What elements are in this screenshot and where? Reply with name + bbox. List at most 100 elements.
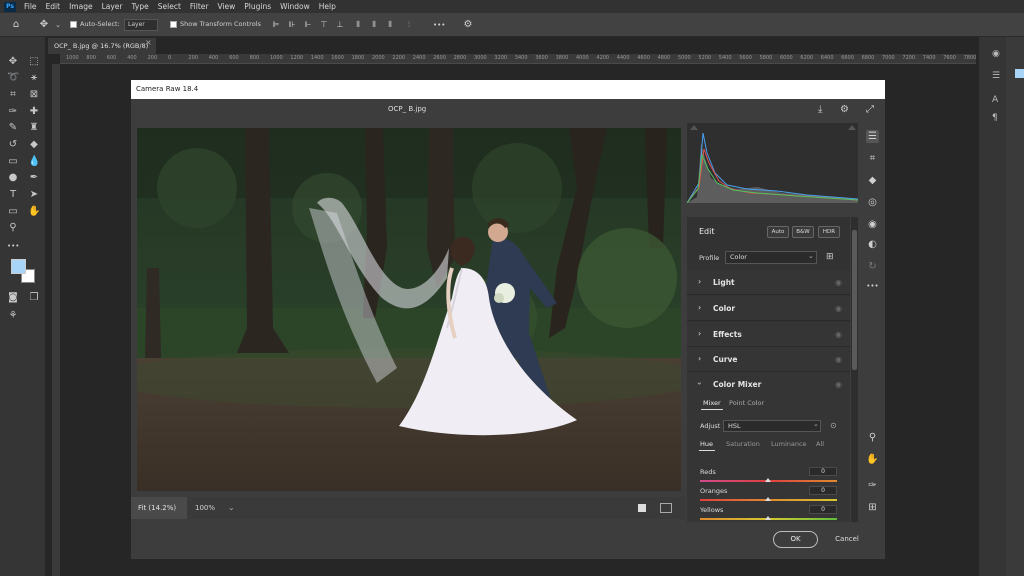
photoshop-logo[interactable]: Ps bbox=[4, 1, 16, 12]
slider-thumb-oranges[interactable] bbox=[765, 497, 771, 501]
eye-icon[interactable]: ◉ bbox=[835, 355, 842, 364]
rectangle-icon[interactable]: ▭ bbox=[7, 206, 19, 218]
distribute-top-icon[interactable]: ⫶ bbox=[403, 19, 415, 31]
masking-icon[interactable]: ◎ bbox=[866, 196, 879, 209]
eye-icon[interactable]: ◉ bbox=[835, 330, 842, 339]
brush-icon[interactable]: ✎ bbox=[7, 122, 19, 134]
subtab-hue[interactable]: Hue bbox=[700, 440, 713, 448]
slider-value-yellows[interactable]: 0 bbox=[809, 505, 837, 514]
adjust-select[interactable]: HSL bbox=[723, 420, 821, 432]
marquee-icon[interactable]: ⬚ bbox=[28, 56, 40, 68]
menu-image[interactable]: Image bbox=[69, 2, 93, 11]
menu-window[interactable]: Window bbox=[280, 2, 310, 11]
menu-view[interactable]: View bbox=[217, 2, 235, 11]
snapshots-icon[interactable]: ↻ bbox=[866, 260, 879, 273]
zoom-100-label[interactable]: 100% bbox=[195, 504, 215, 512]
profile-browser-icon[interactable]: ⊞ bbox=[826, 252, 834, 262]
dodge-icon[interactable]: ● bbox=[7, 172, 19, 184]
menu-select[interactable]: Select bbox=[158, 2, 181, 11]
properties-icon[interactable]: ☰ bbox=[992, 71, 1000, 81]
chevron-down-icon[interactable]: ⌄ bbox=[228, 503, 235, 512]
chevron-down-icon[interactable]: ⌄ bbox=[52, 19, 64, 31]
blur-icon[interactable]: 💧 bbox=[28, 156, 40, 168]
before-after-icon[interactable] bbox=[660, 503, 672, 513]
zoom-icon[interactable]: ⚲ bbox=[866, 431, 879, 444]
hand-icon[interactable]: ✋ bbox=[28, 206, 40, 218]
more-tools-icon[interactable]: ••• bbox=[7, 240, 19, 252]
show-transform-checkbox[interactable] bbox=[170, 21, 177, 28]
eraser-icon[interactable]: ◆ bbox=[866, 174, 879, 187]
stamp-icon[interactable]: ♜ bbox=[28, 122, 40, 134]
hand-icon[interactable]: ✋ bbox=[866, 453, 879, 466]
lasso-icon[interactable]: ➰ bbox=[7, 72, 19, 84]
menu-file[interactable]: File bbox=[24, 2, 37, 11]
auto-button[interactable]: Auto bbox=[767, 226, 789, 238]
zoom-icon[interactable]: ⚲ bbox=[7, 222, 19, 234]
section-label[interactable]: Color Mixer bbox=[713, 380, 761, 389]
edit-sliders-icon[interactable]: ☰ bbox=[866, 130, 879, 143]
layer-select[interactable]: Layer bbox=[124, 19, 158, 31]
tab-mixer[interactable]: Mixer bbox=[703, 399, 721, 407]
section-color[interactable]: › Color ◉ bbox=[687, 296, 850, 321]
fullscreen-icon[interactable]: ⤢ bbox=[866, 104, 874, 115]
spot-heal-icon[interactable]: ✚ bbox=[28, 106, 40, 118]
frame-icon[interactable]: ⊠ bbox=[28, 89, 40, 101]
character-icon[interactable]: A bbox=[992, 95, 998, 105]
section-curve[interactable]: › Curve ◉ bbox=[687, 347, 850, 372]
screen-mode-icon[interactable]: ❐ bbox=[28, 292, 40, 304]
pen-icon[interactable]: ✒ bbox=[28, 172, 40, 184]
chevron-down-icon[interactable]: ⌄ bbox=[813, 420, 819, 428]
type-icon[interactable]: T bbox=[7, 189, 19, 201]
menu-edit[interactable]: Edit bbox=[46, 2, 61, 11]
foreground-color-swatch[interactable] bbox=[11, 259, 26, 274]
save-icon[interactable]: ⤓ bbox=[818, 104, 822, 115]
history-brush-icon[interactable]: ↺ bbox=[7, 139, 19, 151]
more-options-icon[interactable]: ••• bbox=[433, 19, 445, 31]
gear-icon[interactable]: ⚙ bbox=[840, 104, 849, 115]
single-view-icon[interactable] bbox=[638, 504, 646, 512]
section-light[interactable]: › Light ◉ bbox=[687, 270, 850, 295]
slider-value-reds[interactable]: 0 bbox=[809, 467, 837, 476]
move-icon[interactable]: ✥ bbox=[7, 56, 19, 68]
subtab-luminance[interactable]: Luminance bbox=[771, 440, 807, 448]
move-icon[interactable]: ✥ bbox=[38, 19, 50, 31]
menu-filter[interactable]: Filter bbox=[190, 2, 209, 11]
eye-icon[interactable]: ◉ bbox=[835, 304, 842, 313]
cancel-button[interactable]: Cancel bbox=[828, 531, 866, 548]
align-right-icon[interactable]: ⊩ bbox=[302, 19, 314, 31]
home-icon[interactable]: ⌂ bbox=[10, 19, 22, 31]
eraser-icon[interactable]: ◆ bbox=[28, 139, 40, 151]
eyedropper-icon[interactable]: ✑ bbox=[7, 106, 19, 118]
red-eye-icon[interactable]: ◉ bbox=[866, 218, 879, 231]
menu-plugins[interactable]: Plugins bbox=[244, 2, 271, 11]
eye-icon[interactable]: ◉ bbox=[835, 380, 842, 389]
photo-preview[interactable] bbox=[137, 128, 681, 491]
shadow-clip-icon[interactable] bbox=[690, 125, 698, 130]
path-select-icon[interactable]: ➤ bbox=[28, 189, 40, 201]
tab-point-color[interactable]: Point Color bbox=[729, 399, 764, 407]
history-icon[interactable]: ◉ bbox=[992, 49, 1000, 59]
color-sampler-icon[interactable]: ✑ bbox=[866, 479, 879, 492]
auto-select-checkbox[interactable] bbox=[70, 21, 77, 28]
share-icon[interactable]: ⚘ bbox=[7, 310, 19, 322]
align-middle-icon[interactable]: ⊥ bbox=[334, 19, 346, 31]
presets-icon[interactable]: ◐ bbox=[866, 238, 879, 251]
highlight-clip-icon[interactable] bbox=[848, 125, 856, 130]
scrollbar-thumb[interactable] bbox=[852, 230, 857, 370]
magic-wand-icon[interactable]: ⚹ bbox=[28, 72, 40, 84]
eye-icon[interactable]: ◉ bbox=[835, 278, 842, 287]
align-center-icon[interactable]: ⊪ bbox=[286, 19, 298, 31]
distribute-right-icon[interactable]: ⫴ bbox=[384, 19, 396, 31]
document-tab[interactable]: OCP_ B.jpg @ 16.7% (RGB/8) bbox=[48, 38, 156, 54]
align-left-icon[interactable]: ⊫ bbox=[270, 19, 282, 31]
distribute-center-icon[interactable]: ⫴ bbox=[368, 19, 380, 31]
slider-thumb-yellows[interactable] bbox=[765, 516, 771, 520]
bw-button[interactable]: B&W bbox=[792, 226, 814, 238]
gear-icon[interactable]: ⚙ bbox=[462, 19, 474, 31]
gradient-icon[interactable]: ▭ bbox=[7, 156, 19, 168]
more-icon[interactable]: ••• bbox=[866, 280, 879, 293]
paragraph-icon[interactable]: ¶ bbox=[992, 113, 998, 123]
menu-type[interactable]: Type bbox=[132, 2, 149, 11]
profile-select[interactable]: Color bbox=[725, 251, 817, 264]
subtab-all[interactable]: All bbox=[816, 440, 824, 448]
